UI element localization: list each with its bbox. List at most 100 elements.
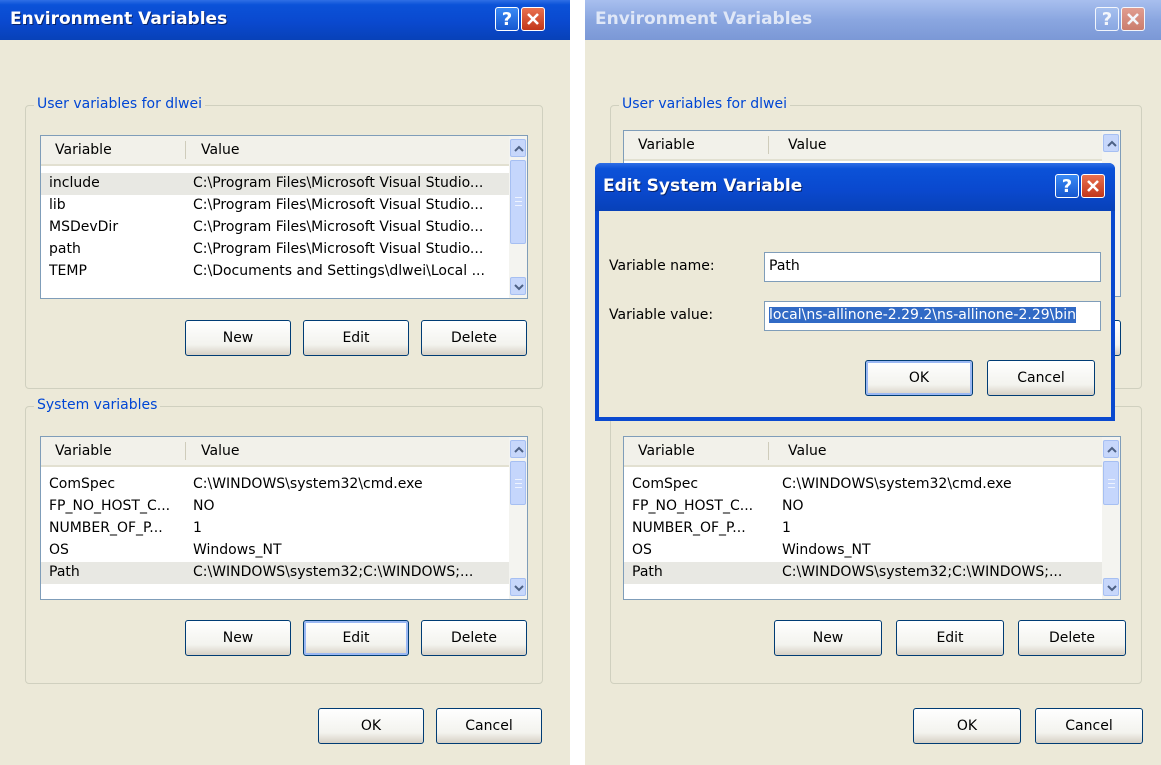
column-value[interactable]: Value	[201, 142, 239, 158]
title-bar[interactable]: Environment Variables ?	[0, 0, 570, 40]
column-variable[interactable]: Variable	[55, 142, 112, 158]
system-variables-list[interactable]: Variable Value ComSpec C:\WINDOWS\system3…	[40, 436, 528, 600]
variable-name: NUMBER_OF_P...	[632, 520, 746, 536]
variable-name: TEMP	[49, 263, 87, 279]
variable-value: NO	[782, 498, 804, 514]
list-row[interactable]: Path C:\WINDOWS\system32;C:\WINDOWS;...	[41, 562, 509, 584]
help-button[interactable]: ?	[495, 7, 519, 31]
scroll-thumb[interactable]	[1103, 461, 1119, 505]
variable-name: OS	[632, 542, 652, 558]
scroll-down-button[interactable]	[510, 578, 526, 596]
variable-name: path	[49, 241, 81, 257]
system-edit-button[interactable]: Edit	[896, 620, 1004, 656]
system-edit-button[interactable]: Edit	[303, 620, 409, 656]
variable-name: OS	[49, 542, 69, 558]
list-row[interactable]: FP_NO_HOST_C... NO	[41, 496, 509, 518]
cancel-button[interactable]: Cancel	[1035, 708, 1143, 744]
user-delete-button[interactable]: Delete	[421, 320, 527, 356]
list-header: Variable Value	[41, 437, 509, 467]
column-variable[interactable]: Variable	[638, 137, 695, 153]
ok-button[interactable]: OK	[865, 360, 973, 396]
list-row[interactable]: path C:\Program Files\Microsoft Visual St…	[41, 239, 509, 261]
list-row[interactable]: FP_NO_HOST_C... NO	[624, 496, 1102, 518]
column-value[interactable]: Value	[201, 443, 239, 459]
list-row[interactable]: MSDevDir C:\Program Files\Microsoft Visua…	[41, 217, 509, 239]
list-row[interactable]: Path C:\WINDOWS\system32;C:\WINDOWS;...	[624, 562, 1102, 584]
chevron-down-icon	[1107, 585, 1117, 592]
column-separator[interactable]	[768, 442, 769, 460]
system-variables-list[interactable]: Variable Value ComSpec C:\WINDOWS\system3…	[623, 436, 1121, 600]
list-row[interactable]: OS Windows_NT	[624, 540, 1102, 562]
list-row[interactable]: TEMP C:\Documents and Settings\dlwei\Loca…	[41, 261, 509, 283]
close-icon	[527, 13, 539, 25]
scroll-up-button[interactable]	[510, 440, 526, 458]
scroll-thumb[interactable]	[510, 160, 526, 244]
variable-name: FP_NO_HOST_C...	[49, 498, 171, 514]
column-value[interactable]: Value	[788, 443, 826, 459]
title-bar[interactable]: Edit System Variable ?	[595, 163, 1115, 211]
column-variable[interactable]: Variable	[638, 443, 695, 459]
list-row[interactable]: NUMBER_OF_P... 1	[624, 518, 1102, 540]
list-row[interactable]: include C:\Program Files\Microsoft Visual…	[41, 173, 509, 195]
variable-value-field[interactable]: local\ns-allinone-2.29.2\ns-allinone-2.2…	[764, 301, 1101, 331]
scrollbar[interactable]	[1102, 437, 1120, 599]
scrollbar[interactable]	[509, 136, 527, 298]
help-button[interactable]: ?	[1095, 7, 1119, 31]
variable-name: ComSpec	[49, 476, 116, 492]
scroll-up-button[interactable]	[1103, 440, 1119, 458]
scroll-up-button[interactable]	[1103, 134, 1119, 152]
variable-value: C:\Program Files\Microsoft Visual Studio…	[193, 241, 484, 257]
scroll-thumb[interactable]	[510, 461, 526, 505]
ok-button[interactable]: OK	[913, 708, 1021, 744]
user-edit-button[interactable]: Edit	[303, 320, 409, 356]
list-row[interactable]: ComSpec C:\WINDOWS\system32\cmd.exe	[624, 474, 1102, 496]
list-row[interactable]: ComSpec C:\WINDOWS\system32\cmd.exe	[41, 474, 509, 496]
variable-value: Windows_NT	[782, 542, 871, 558]
dialog-title: Environment Variables	[595, 9, 813, 29]
close-icon	[1087, 180, 1099, 192]
variable-value: C:\Program Files\Microsoft Visual Studio…	[193, 197, 484, 213]
scrollbar[interactable]	[509, 437, 527, 599]
chevron-up-icon	[514, 446, 524, 453]
column-value[interactable]: Value	[788, 137, 826, 153]
chevron-down-icon	[514, 585, 524, 592]
column-separator[interactable]	[185, 442, 186, 460]
list-header: Variable Value	[41, 136, 509, 166]
question-mark-icon: ?	[501, 9, 513, 30]
variable-name-field[interactable]: Path	[764, 252, 1101, 282]
ok-button[interactable]: OK	[318, 708, 424, 744]
column-separator[interactable]	[768, 136, 769, 154]
user-variables-list[interactable]: Variable Value include C:\Program Files\M…	[40, 135, 528, 299]
variable-name-label: Variable name:	[609, 258, 715, 274]
scroll-down-button[interactable]	[1103, 578, 1119, 596]
cancel-button[interactable]: Cancel	[987, 360, 1095, 396]
scroll-up-button[interactable]	[510, 139, 526, 157]
close-button[interactable]	[521, 7, 545, 31]
scroll-down-button[interactable]	[510, 277, 526, 295]
dialog-title: Environment Variables	[10, 9, 228, 29]
close-button[interactable]	[1081, 174, 1105, 198]
list-row[interactable]: NUMBER_OF_P... 1	[41, 518, 509, 540]
column-separator[interactable]	[185, 141, 186, 159]
list-row[interactable]: OS Windows_NT	[41, 540, 509, 562]
list-row[interactable]: lib C:\Program Files\Microsoft Visual Stu…	[41, 195, 509, 217]
title-bar[interactable]: Environment Variables ?	[585, 0, 1161, 40]
user-new-button[interactable]: New	[185, 320, 291, 356]
help-button[interactable]: ?	[1055, 174, 1079, 198]
system-delete-button[interactable]: Delete	[421, 620, 527, 656]
variable-value-label: Variable value:	[609, 307, 714, 323]
variable-value: C:\Documents and Settings\dlwei\Local ..…	[193, 263, 485, 279]
system-new-button[interactable]: New	[185, 620, 291, 656]
close-button[interactable]	[1121, 7, 1145, 31]
dialog-body: Variable name: Path Variable value: loca…	[599, 211, 1111, 417]
variable-name: ComSpec	[632, 476, 699, 492]
variable-name: include	[49, 175, 100, 191]
variable-value: C:\WINDOWS\system32\cmd.exe	[193, 476, 423, 492]
column-variable[interactable]: Variable	[55, 443, 112, 459]
dialog-title: Edit System Variable	[603, 176, 803, 196]
cancel-button[interactable]: Cancel	[436, 708, 542, 744]
system-delete-button[interactable]: Delete	[1018, 620, 1126, 656]
system-new-button[interactable]: New	[774, 620, 882, 656]
variable-value: 1	[193, 520, 202, 536]
list-header: Variable Value	[624, 131, 1102, 161]
